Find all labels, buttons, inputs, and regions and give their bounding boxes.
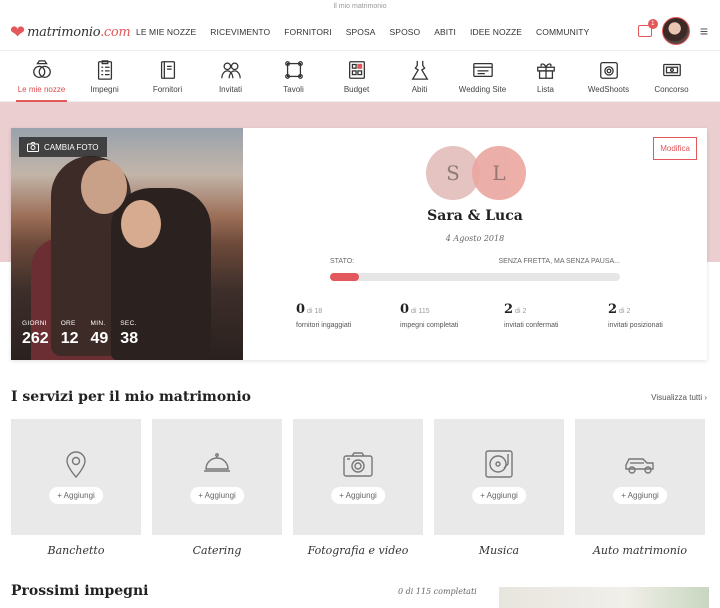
tool-budget[interactable]: Budget xyxy=(325,51,388,101)
services-title: I servizi per il mio matrimonio xyxy=(11,389,252,405)
wedding-info: Modifica S L Sara & Luca 4 Agosto 2018 S… xyxy=(243,128,707,360)
countdown-days: GIORNI 262 xyxy=(22,320,49,347)
service-card-banchetto: + Aggiungi Banchetto xyxy=(11,419,141,557)
edit-button[interactable]: Modifica xyxy=(653,137,697,160)
nav-ricevimento[interactable]: RICEVIMENTO xyxy=(210,27,270,37)
nav-abiti[interactable]: ABITI xyxy=(434,27,456,37)
camera-icon xyxy=(599,62,618,79)
table-icon xyxy=(284,61,303,79)
service-card-auto: + Aggiungi Auto matrimonio xyxy=(575,419,705,557)
service-name: Musica xyxy=(478,544,520,557)
add-service-button[interactable]: + Aggiungi xyxy=(190,487,244,504)
countdown-minutes: MIN. 49 xyxy=(90,320,109,347)
nav-sposa[interactable]: SPOSA xyxy=(346,27,376,37)
service-name: Banchetto xyxy=(47,544,105,557)
couple-names: Sara & Luca xyxy=(427,208,523,224)
countdown-seconds: SEC. 38 xyxy=(120,320,139,347)
status-progress xyxy=(330,273,620,281)
turntable-icon xyxy=(485,450,513,478)
service-card-catering: + Aggiungi Catering xyxy=(152,419,282,557)
add-service-button[interactable]: + Aggiungi xyxy=(331,487,385,504)
notebook-icon xyxy=(160,61,175,79)
stats-row: 0 di 18 fornitori ingaggiati 0 di 115 impe… xyxy=(296,300,712,331)
site-header: ❤ matrimonio.com LE MIE NOZZE RICEVIMENT… xyxy=(0,14,720,50)
logo[interactable]: ❤ matrimonio.com xyxy=(10,22,131,42)
add-service-button[interactable]: + Aggiungi xyxy=(472,487,526,504)
tool-lista[interactable]: Lista xyxy=(514,51,577,101)
dress-icon xyxy=(411,60,428,80)
tool-le-mie-nozze[interactable]: Le mie nozze xyxy=(10,51,73,102)
nav-le-mie-nozze[interactable]: LE MIE NOZZE xyxy=(136,27,196,37)
nav-community[interactable]: COMMUNITY xyxy=(536,27,589,37)
car-icon xyxy=(625,458,654,474)
calculator-icon xyxy=(348,61,365,79)
status-text: SENZA FRETTA, MA SENZA PAUSA... xyxy=(498,258,621,265)
tools-nav: Le mie nozze Impegni Fornitori Invitati … xyxy=(0,50,720,102)
change-photo-button[interactable]: CAMBIA FOTO xyxy=(19,137,107,157)
wedding-date: 4 Agosto 2018 xyxy=(445,234,505,243)
heart-logo-icon: ❤ xyxy=(10,22,26,42)
stat-invitati-posizionati[interactable]: 2 di 2 invitati posizionati xyxy=(608,300,712,331)
website-icon xyxy=(472,62,493,78)
upcoming-image xyxy=(499,587,709,608)
location-pin-icon xyxy=(66,451,86,479)
checklist-icon xyxy=(97,60,112,80)
monogram: S L xyxy=(426,146,536,202)
avatar[interactable] xyxy=(661,17,690,45)
tool-fornitori[interactable]: Fornitori xyxy=(136,51,199,101)
brand-tld: .com xyxy=(100,24,131,40)
gift-icon xyxy=(536,63,555,79)
service-name: Catering xyxy=(192,544,242,557)
nav-sposo[interactable]: SPOSO xyxy=(390,27,421,37)
service-card-fotografia: + Aggiungi Fotografia e video xyxy=(293,419,423,557)
upcoming-count: 0 di 115 completati xyxy=(398,587,477,596)
brand-name: matrimonio xyxy=(27,24,101,40)
tool-impegni[interactable]: Impegni xyxy=(73,51,136,101)
add-service-button[interactable]: + Aggiungi xyxy=(49,487,103,504)
initial-groom: L xyxy=(472,146,526,200)
couple-photo: CAMBIA FOTO GIORNI 262 ORE 12 MIN. 49 SE… xyxy=(11,128,243,360)
wedding-card: CAMBIA FOTO GIORNI 262 ORE 12 MIN. 49 SE… xyxy=(11,128,707,360)
stat-fornitori[interactable]: 0 di 18 fornitori ingaggiati xyxy=(296,300,400,331)
tool-tavoli[interactable]: Tavoli xyxy=(262,51,325,101)
service-name: Auto matrimonio xyxy=(592,544,688,557)
tool-wedding-site[interactable]: Wedding Site xyxy=(451,51,514,101)
inbox-icon[interactable]: 1 xyxy=(637,19,658,37)
stat-invitati-confermati[interactable]: 2 di 2 invitati confermati xyxy=(504,300,608,331)
top-strip: Il mio matrimonio xyxy=(333,3,387,10)
see-all-link[interactable]: Visualizza tutti › xyxy=(651,393,707,402)
tool-invitati[interactable]: Invitati xyxy=(199,51,262,101)
status-row: STATO: SENZA FRETTA, MA SENZA PAUSA... xyxy=(330,258,620,265)
add-service-button[interactable]: + Aggiungi xyxy=(613,487,667,504)
service-card-musica: + Aggiungi Musica xyxy=(434,419,564,557)
nav-fornitori[interactable]: FORNITORI xyxy=(284,27,332,37)
menu-icon[interactable]: ≡ xyxy=(700,23,708,39)
tool-abiti[interactable]: Abiti xyxy=(388,51,451,101)
main-nav: LE MIE NOZZE RICEVIMENTO FORNITORI SPOSA… xyxy=(136,27,589,37)
countdown-hours: ORE 12 xyxy=(60,320,79,347)
services-list: + Aggiungi Banchetto + Aggiungi Catering… xyxy=(11,419,705,557)
tool-wedshoots[interactable]: WedShoots xyxy=(577,51,640,101)
nav-idee-nozze[interactable]: IDEE NOZZE xyxy=(470,27,522,37)
cloche-icon xyxy=(204,453,230,472)
rings-icon xyxy=(32,60,51,78)
service-name: Fotografia e video xyxy=(307,544,409,557)
tool-concorso[interactable]: Concorso xyxy=(640,51,703,101)
camera-icon xyxy=(27,142,39,152)
status-progress-fill xyxy=(330,273,359,281)
inbox-badge: 1 xyxy=(647,19,658,29)
guests-icon xyxy=(220,62,241,79)
ticket-icon xyxy=(662,63,681,77)
camera-icon xyxy=(343,452,373,477)
upcoming-title: Prossimi impegni xyxy=(11,583,149,599)
countdown: GIORNI 262 ORE 12 MIN. 49 SEC. 38 xyxy=(22,320,138,348)
stat-impegni[interactable]: 0 di 115 impegni completati xyxy=(400,300,504,331)
status-label: STATO: xyxy=(330,258,355,265)
